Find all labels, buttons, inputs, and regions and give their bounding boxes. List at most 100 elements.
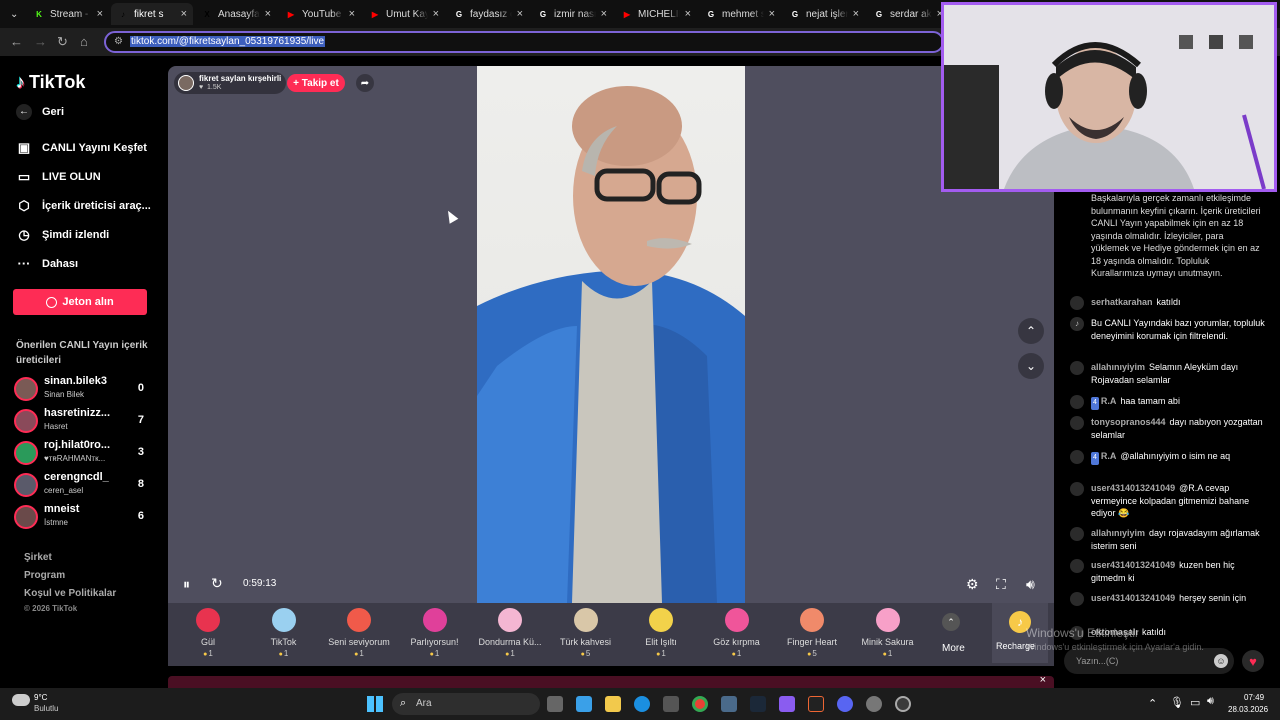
browser-tab[interactable]: ▶ YouTube × [279, 3, 361, 25]
file-explorer-icon[interactable] [605, 696, 621, 712]
chat-username[interactable]: allahınıyiyim [1091, 362, 1145, 372]
site-info-icon[interactable]: ⚙ [114, 33, 123, 51]
next-live-button[interactable]: ⌄ [1018, 353, 1044, 379]
network-icon[interactable]: ▭ [1190, 696, 1200, 709]
close-icon[interactable]: × [1040, 674, 1046, 686]
forward-icon[interactable]: → [34, 34, 47, 49]
gift-item[interactable]: Seni seviyorum 1 [321, 603, 397, 663]
promo-banner[interactable]: × [168, 674, 1054, 688]
suggested-creator[interactable]: sinan.bilek3 Sinan Bilek 0 [14, 374, 154, 402]
browser-tab[interactable]: Gmehmet s × [699, 3, 781, 25]
close-icon[interactable]: × [433, 8, 439, 20]
refresh-icon[interactable]: ↻ [211, 575, 223, 592]
follow-button[interactable]: + Takip et [287, 74, 345, 92]
avatar[interactable] [1070, 592, 1084, 606]
browser-tab[interactable]: Gfaydasız ol × [447, 3, 529, 25]
back-icon[interactable]: ← [10, 34, 23, 49]
gift-item[interactable]: Göz kırpma 1 [699, 603, 775, 663]
avatar[interactable] [1070, 482, 1084, 496]
settings-icon[interactable] [866, 696, 882, 712]
app-icon[interactable] [721, 696, 737, 712]
app-icon[interactable] [808, 696, 824, 712]
close-icon[interactable]: × [349, 8, 355, 20]
edge-icon[interactable] [634, 696, 650, 712]
suggested-creator[interactable]: cerengncdl_ ceren_asel 8 [14, 470, 154, 498]
live-video[interactable] [477, 66, 745, 603]
close-icon[interactable]: × [853, 8, 859, 20]
chrome-icon[interactable] [692, 696, 708, 712]
app-icon[interactable] [895, 696, 911, 712]
close-icon[interactable]: × [601, 8, 607, 20]
browser-tab[interactable]: Gizmir nasrı × [531, 3, 613, 25]
sidebar-item[interactable]: ⬡ İçerik üreticisi araç... [16, 198, 151, 214]
previous-live-button[interactable]: ⌃ [1018, 318, 1044, 344]
taskbar-search[interactable]: ⌕ Ara [392, 693, 540, 715]
gift-item[interactable]: Minik Sakura 1 [850, 603, 926, 663]
close-icon[interactable]: × [685, 8, 691, 20]
avatar[interactable] [1070, 296, 1084, 310]
gift-item[interactable]: Gül 1 [170, 603, 246, 663]
emoji-icon[interactable]: ☺ [1214, 654, 1228, 668]
browser-tab[interactable]: Gserdar ak × [867, 3, 949, 25]
footer-link[interactable]: Program [24, 570, 65, 581]
avatar[interactable] [1070, 395, 1084, 409]
close-icon[interactable]: × [97, 8, 103, 20]
avatar[interactable] [1070, 416, 1084, 430]
chat-username[interactable]: serhatkarahan [1091, 297, 1153, 307]
browser-tab[interactable]: ▶ Umut Kay × [363, 3, 445, 25]
browser-tab[interactable]: ▶ MICHELIN × [615, 3, 697, 25]
chat-username[interactable]: user4314013241049 [1091, 560, 1175, 570]
share-icon[interactable]: ➦ [356, 74, 374, 92]
tab-list-button[interactable]: ⌄ [4, 3, 28, 25]
chat-username[interactable]: user4314013241049 [1091, 483, 1175, 493]
task-view-icon[interactable] [547, 696, 563, 712]
home-icon[interactable]: ⌂ [80, 34, 88, 49]
sidebar-item[interactable]: ··· Dahası [16, 256, 79, 271]
chat-username[interactable]: tonysopranos444 [1091, 417, 1166, 427]
avatar[interactable] [1070, 559, 1084, 573]
avatar[interactable] [1070, 450, 1084, 464]
microphone-icon[interactable]: 🎙︎ [1170, 696, 1184, 709]
taskbar-time[interactable]: 07:49 [1244, 693, 1264, 702]
fullscreen-icon[interactable]: ⛶ [996, 576, 1006, 593]
suggested-creator[interactable]: hasretinizz... Hasret 7 [14, 406, 154, 434]
browser-tab[interactable]: X Anasayfa / × [195, 3, 277, 25]
back-link[interactable]: ← Geri [16, 104, 64, 120]
like-button[interactable]: ♥ [1242, 650, 1264, 672]
gift-item[interactable]: Finger Heart 5 [774, 603, 850, 663]
weather-desc[interactable]: Bulutlu [34, 704, 58, 713]
reload-icon[interactable]: ↻ [57, 34, 68, 50]
store-icon[interactable] [663, 696, 679, 712]
windows-start-icon[interactable] [367, 696, 383, 712]
discord-icon[interactable] [837, 696, 853, 712]
weather-icon[interactable] [12, 694, 30, 706]
chat-username[interactable]: allahınıyiyim [1091, 528, 1145, 538]
sidebar-item[interactable]: ▭ LIVE OLUN [16, 169, 101, 185]
app-icon[interactable] [779, 696, 795, 712]
steam-icon[interactable] [750, 696, 766, 712]
gift-item[interactable]: Dondurma Kü... 1 [472, 603, 548, 663]
widgets-icon[interactable] [576, 696, 592, 712]
browser-tab[interactable]: K Stream - K × [27, 3, 109, 25]
weather-temp[interactable]: 9°C [34, 693, 47, 702]
close-icon[interactable]: × [265, 8, 271, 20]
pause-icon[interactable]: ⏸ [183, 576, 190, 593]
taskbar-date[interactable]: 28.03.2026 [1228, 705, 1268, 714]
volume-icon[interactable]: 🔊︎ [1207, 695, 1214, 708]
avatar[interactable] [1070, 361, 1084, 375]
host-name[interactable]: fikret saylan kırşehirli [199, 74, 281, 83]
footer-link[interactable]: Koşul ve Politikalar [24, 588, 116, 599]
gift-item[interactable]: Elit Işıltı 1 [623, 603, 699, 663]
close-icon[interactable]: × [769, 8, 775, 20]
avatar[interactable] [1070, 527, 1084, 541]
chat-username[interactable]: R.A [1101, 451, 1117, 461]
buy-coins-button[interactable]: Jeton alın [13, 289, 147, 315]
gift-item[interactable]: TikTok 1 [246, 603, 322, 663]
sidebar-item[interactable]: ◷ Şimdi izlendi [16, 227, 109, 243]
chat-username[interactable]: R.A [1101, 396, 1117, 406]
gift-item[interactable]: Türk kahvesi 5 [548, 603, 624, 663]
close-icon[interactable]: × [517, 8, 523, 20]
close-icon[interactable]: × [181, 8, 187, 20]
gift-more-label[interactable]: More [942, 643, 965, 654]
tiktok-logo[interactable]: ♪ TikTok [16, 72, 85, 93]
